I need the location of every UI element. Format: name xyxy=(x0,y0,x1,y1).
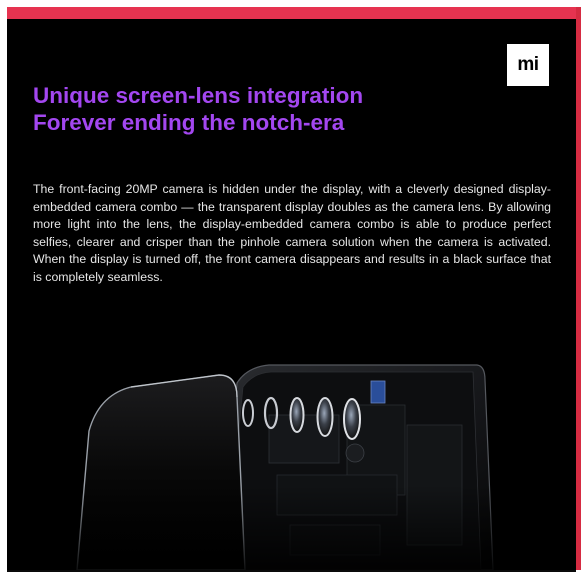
top-accent-bar xyxy=(7,7,576,19)
headline-line-1: Unique screen-lens integration xyxy=(33,83,364,108)
description-paragraph: The front-facing 20MP camera is hidden u… xyxy=(33,182,551,284)
right-accent-stripe xyxy=(576,7,581,570)
exploded-phone-camera-illustration xyxy=(7,364,576,570)
promo-card: mi Unique screen-lens integration Foreve… xyxy=(7,19,576,570)
page-frame: mi Unique screen-lens integration Foreve… xyxy=(0,0,583,584)
description-text: The front-facing 20MP camera is hidden u… xyxy=(33,181,551,286)
mi-logo: mi xyxy=(507,44,549,86)
bottom-edge xyxy=(7,570,576,572)
mi-logo-text: mi xyxy=(517,54,539,75)
headline-line-2: Forever ending the notch-era xyxy=(33,110,345,135)
